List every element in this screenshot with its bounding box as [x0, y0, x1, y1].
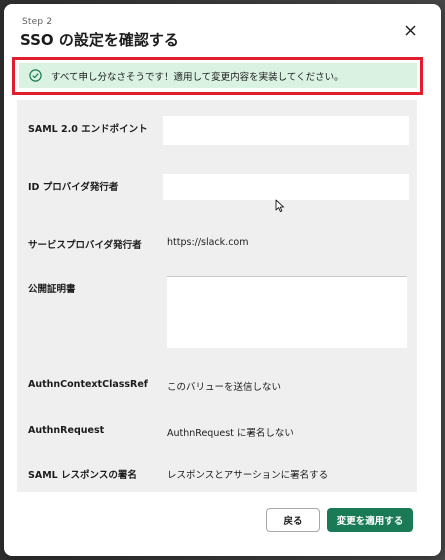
- close-x-icon: [405, 25, 415, 35]
- saml-endpoint-input[interactable]: [163, 116, 409, 145]
- saml-response-value: レスポンスとアサーションに署名する: [167, 470, 329, 481]
- label-authn-request: AuthnRequest: [28, 425, 105, 436]
- label-authn-context: AuthnContextClassRef: [28, 379, 148, 390]
- close-button[interactable]: [399, 19, 421, 41]
- mouse-pointer-icon: [275, 199, 285, 213]
- modal-title: SSO の設定を確認する: [20, 31, 179, 49]
- label-idp-issuer: ID プロバイダ発行者: [28, 182, 119, 193]
- authn-context-value: このバリューを送信しない: [167, 382, 282, 393]
- highlight-frame: [12, 57, 423, 95]
- step-indicator: Step 2: [22, 17, 53, 27]
- sp-issuer-value: https://slack.com: [167, 237, 249, 248]
- authn-request-value: AuthnRequest に署名しない: [167, 428, 294, 439]
- label-saml-response: SAML レスポンスの署名: [28, 470, 137, 481]
- public-cert-textarea[interactable]: [167, 276, 407, 348]
- idp-issuer-input[interactable]: [163, 174, 409, 200]
- label-sp-issuer: サービスプロバイダ発行者: [28, 240, 142, 251]
- label-saml-endpoint: SAML 2.0 エンドポイント: [28, 124, 148, 135]
- label-public-cert: 公開証明書: [28, 284, 76, 295]
- back-button[interactable]: 戻る: [266, 508, 320, 532]
- apply-changes-button[interactable]: 変更を適用する: [327, 508, 413, 532]
